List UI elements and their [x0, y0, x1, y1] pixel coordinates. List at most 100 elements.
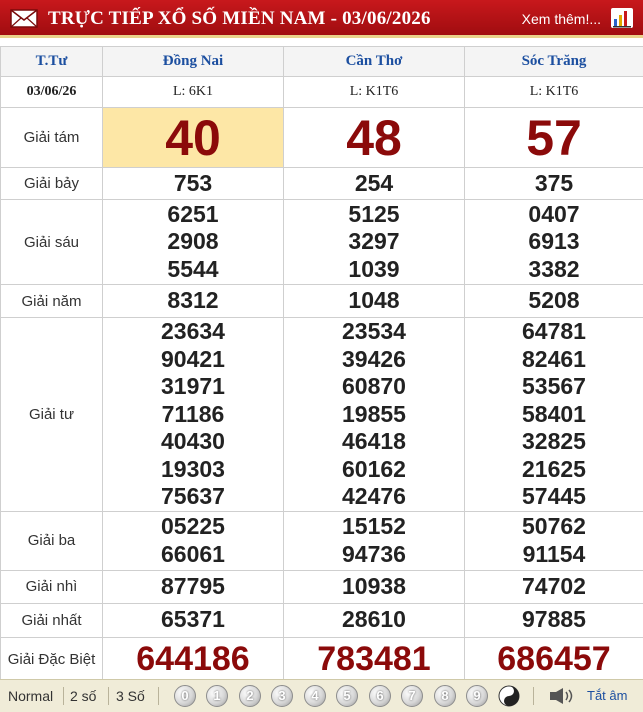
prize-number: 6913 [528, 228, 580, 255]
draw-date: 03/06/26 [0, 76, 103, 108]
special-prize-number: 686457 [497, 640, 611, 678]
prize-number: 64781 [522, 318, 586, 344]
prize-number: 82461 [522, 345, 586, 372]
prize-cell: 48 [283, 107, 465, 168]
prize-number: 3297 [348, 228, 400, 255]
prize-number: 50762 [522, 513, 586, 539]
digit-0-ball[interactable]: 0 [174, 685, 196, 707]
prize-cell: 57 [464, 107, 643, 168]
prize-cell: 5208 [464, 284, 643, 318]
prize-number: 31971 [161, 373, 225, 399]
weekday-header: T.Tư [0, 46, 103, 77]
prize-label: Giải sáu [0, 199, 103, 285]
divider [158, 687, 159, 705]
prize-number: 46418 [342, 428, 406, 454]
digit-2-ball[interactable]: 2 [239, 685, 261, 707]
prize-number: 39426 [342, 345, 406, 372]
prize-row-special: Giải Đặc Biệt 644186 783481 686457 [0, 636, 643, 682]
table-header-row: T.Tư Đồng Nai Cần Thơ Sóc Trăng [0, 46, 643, 77]
prize-number: 753 [173, 169, 213, 196]
prize-number: 75637 [161, 483, 225, 509]
digit-3-ball[interactable]: 3 [271, 685, 293, 707]
yin-yang-icon[interactable] [498, 685, 520, 707]
digit-4-ball[interactable]: 4 [304, 685, 326, 707]
page-title: TRỰC TIẾP XỔ SỐ MIỀN NAM - 03/06/2026 [48, 8, 431, 29]
prize-cell: 686457 [464, 636, 643, 682]
province-name[interactable]: Cần Thơ [283, 46, 465, 77]
prize-number: 97885 [522, 606, 586, 633]
prize-cell: 8312 [102, 284, 284, 318]
prize-number: 91154 [522, 540, 586, 567]
province-name[interactable]: Đồng Nai [102, 46, 284, 77]
prize-label: Giải nhì [0, 569, 103, 604]
prize-label: Giải ba [0, 510, 103, 571]
digit-6-ball[interactable]: 6 [369, 685, 391, 707]
prize-row-6: Giải sáu 6251 2908 5544 5125 3297 1039 0… [0, 199, 643, 285]
prize-number: 40 [165, 109, 221, 166]
prize-number: 40430 [161, 428, 225, 454]
mode-2-digit-button[interactable]: 2 số [70, 680, 96, 712]
prize-number: 94736 [342, 540, 406, 567]
prize-label: Giải bảy [0, 167, 103, 200]
prize-cell: 6251 2908 5544 [102, 199, 284, 285]
prize-number: 15152 [342, 513, 406, 539]
prize-number: 1048 [348, 287, 400, 314]
digit-5-ball[interactable]: 5 [336, 685, 358, 707]
prize-number: 23534 [342, 318, 406, 344]
prize-number: 21625 [522, 455, 586, 482]
ticket-code: L: K1T6 [283, 76, 465, 108]
results-table: T.Tư Đồng Nai Cần Thơ Sóc Trăng 03/06/26… [0, 46, 643, 682]
digit-9-ball[interactable]: 9 [466, 685, 488, 707]
prize-number: 71186 [161, 400, 225, 427]
ticket-code: L: K1T6 [464, 76, 643, 108]
prize-number: 32825 [522, 428, 586, 454]
prize-number: 57 [526, 109, 582, 166]
prize-number: 60162 [342, 455, 406, 482]
digit-8-ball[interactable]: 8 [434, 685, 456, 707]
prize-number: 65371 [161, 606, 225, 633]
prize-number: 87795 [161, 572, 225, 599]
prize-row-4: Giải tư 23634 90421 31971 71186 40430 19… [0, 317, 643, 512]
ticket-code-row: 03/06/26 L: 6K1 L: K1T6 L: K1T6 [0, 76, 643, 108]
prize-row-1: Giải nhất 65371 28610 97885 [0, 602, 643, 638]
speaker-icon[interactable] [548, 687, 578, 705]
prize-cell: 40 [102, 107, 284, 168]
prize-cell: 50762 91154 [464, 510, 643, 571]
prize-number: 23634 [161, 318, 225, 344]
prize-number: 2908 [167, 228, 219, 255]
prize-cell: 254 [283, 167, 465, 200]
prize-number: 42476 [342, 483, 406, 509]
see-more-link[interactable]: Xem thêm!... [522, 0, 601, 38]
prize-number: 57445 [522, 483, 586, 509]
prize-number: 19855 [342, 400, 406, 427]
prize-number: 254 [354, 169, 394, 196]
prize-number: 3382 [528, 255, 580, 282]
digit-1-ball[interactable]: 1 [206, 685, 228, 707]
mute-button[interactable]: Tắt âm [587, 680, 627, 712]
digit-7-ball[interactable]: 7 [401, 685, 423, 707]
bar-chart-icon[interactable] [611, 8, 633, 28]
prize-number: 0407 [528, 200, 580, 227]
prize-row-7: Giải bảy 753 254 375 [0, 167, 643, 200]
mode-normal-button[interactable]: Normal [8, 680, 53, 712]
prize-number: 48 [346, 109, 402, 166]
province-name[interactable]: Sóc Trăng [464, 46, 643, 77]
prize-cell: 65371 [102, 602, 284, 638]
prize-number: 19303 [161, 455, 225, 482]
prize-cell: 64781 82461 53567 58401 32825 21625 5744… [464, 317, 643, 512]
prize-cell: 5125 3297 1039 [283, 199, 465, 285]
prize-cell: 10938 [283, 569, 465, 604]
prize-number: 5125 [348, 200, 400, 227]
divider [63, 687, 64, 705]
prize-number: 5208 [528, 287, 580, 314]
mode-3-digit-button[interactable]: 3 Số [116, 680, 145, 712]
prize-label: Giải nhất [0, 602, 103, 638]
prize-label: Giải tư [0, 317, 103, 512]
prize-cell: 15152 94736 [283, 510, 465, 571]
prize-label: Giải năm [0, 284, 103, 318]
divider [533, 687, 534, 705]
special-prize-number: 644186 [136, 640, 250, 678]
prize-number: 90421 [161, 345, 225, 372]
prize-number: 28610 [342, 606, 406, 633]
prize-cell: 87795 [102, 569, 284, 604]
